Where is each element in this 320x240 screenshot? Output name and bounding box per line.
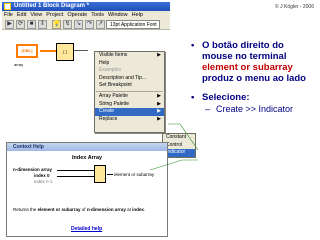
bullet-dot-icon: • <box>191 92 195 103</box>
callout-connector <box>149 123 199 171</box>
bullet-right-click: • O botão direito do mouse no terminal el… <box>191 40 306 84</box>
instruction-bullets: • O botão direito do mouse no terminal el… <box>190 40 316 115</box>
dash-icon: – <box>205 104 211 114</box>
bullet-dot-icon: • <box>191 40 195 51</box>
sub-bullet-create-indicator: – Create >> Indicator <box>205 104 294 114</box>
bullet-select: • Selecione: <box>191 92 250 103</box>
